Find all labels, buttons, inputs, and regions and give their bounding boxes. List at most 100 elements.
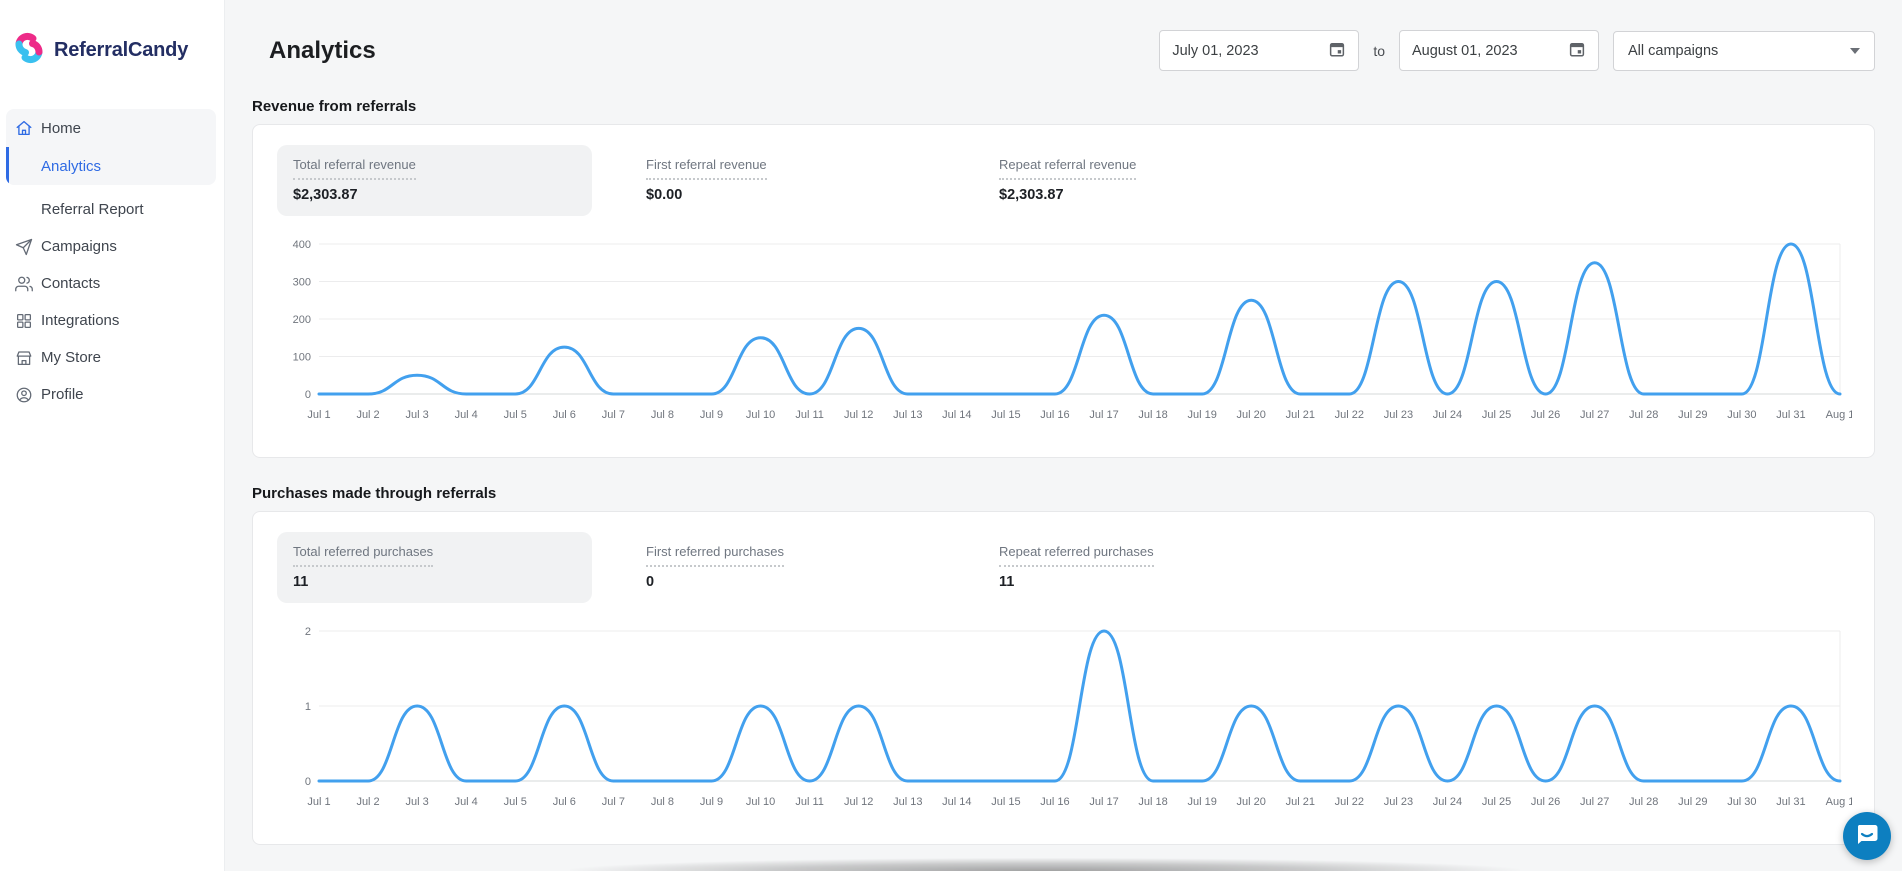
sidebar: ReferralCandy Home Analytics Referral Re… (0, 0, 225, 871)
svg-text:Jul 17: Jul 17 (1089, 796, 1118, 808)
svg-text:Jul 4: Jul 4 (455, 796, 478, 808)
svg-text:Jul 25: Jul 25 (1482, 796, 1511, 808)
svg-text:Jul 15: Jul 15 (991, 409, 1020, 421)
calendar-icon[interactable] (1568, 40, 1586, 62)
sidebar-item-profile[interactable]: Profile (0, 376, 224, 413)
svg-text:Jul 4: Jul 4 (455, 409, 478, 421)
svg-text:Jul 31: Jul 31 (1776, 796, 1805, 808)
chat-launcher-button[interactable] (1843, 812, 1891, 860)
svg-text:Jul 25: Jul 25 (1482, 409, 1511, 421)
sidebar-item-contacts[interactable]: Contacts (0, 265, 224, 302)
section-heading-purchases: Purchases made through referrals (252, 485, 1875, 502)
send-icon (15, 238, 33, 256)
svg-text:0: 0 (305, 776, 311, 788)
store-icon (15, 349, 33, 367)
main-content: Analytics July 01, 2023 to August 01, 20… (225, 0, 1902, 871)
svg-text:Jul 19: Jul 19 (1187, 409, 1216, 421)
purchases-line-chart: 012Jul 1Jul 2Jul 3Jul 4Jul 5Jul 6Jul 7Ju… (277, 613, 1850, 822)
svg-text:Aug 1: Aug 1 (1826, 796, 1852, 808)
svg-text:Jul 15: Jul 15 (991, 796, 1020, 808)
sidebar-item-my-store[interactable]: My Store (0, 339, 224, 376)
stat-value: $2,303.87 (293, 187, 576, 203)
svg-text:Jul 11: Jul 11 (795, 409, 824, 421)
purchases-card: Total referred purchases 11 First referr… (252, 511, 1875, 845)
svg-text:Jul 30: Jul 30 (1727, 409, 1756, 421)
svg-text:Jul 6: Jul 6 (553, 796, 576, 808)
section-heading-revenue: Revenue from referrals (252, 98, 1875, 115)
sidebar-item-label: Analytics (41, 158, 101, 175)
date-to-value: August 01, 2023 (1412, 43, 1518, 59)
svg-text:Jul 21: Jul 21 (1286, 796, 1315, 808)
svg-text:Jul 26: Jul 26 (1531, 796, 1560, 808)
stat-repeat-referred-purchases[interactable]: Repeat referred purchases 11 (983, 532, 1298, 603)
svg-text:Jul 1: Jul 1 (307, 796, 330, 808)
referralcandy-logo[interactable]: ReferralCandy (0, 0, 224, 71)
svg-text:Jul 6: Jul 6 (553, 409, 576, 421)
svg-text:Jul 28: Jul 28 (1629, 409, 1658, 421)
svg-text:2: 2 (305, 626, 311, 638)
campaign-filter-select[interactable]: All campaigns (1613, 31, 1875, 71)
svg-text:Jul 22: Jul 22 (1335, 796, 1364, 808)
svg-text:Jul 20: Jul 20 (1237, 796, 1266, 808)
sidebar-item-home[interactable]: Home (6, 109, 216, 147)
stat-label: Total referral revenue (293, 157, 416, 180)
revenue-stats-row: Total referral revenue $2,303.87 First r… (277, 145, 1850, 216)
svg-text:Jul 27: Jul 27 (1580, 796, 1609, 808)
svg-text:Jul 22: Jul 22 (1335, 409, 1364, 421)
calendar-icon[interactable] (1328, 40, 1346, 62)
svg-text:Jul 10: Jul 10 (746, 796, 775, 808)
svg-text:Jul 31: Jul 31 (1776, 409, 1805, 421)
stat-label: Total referred purchases (293, 544, 433, 567)
svg-text:Aug 1: Aug 1 (1826, 409, 1852, 421)
svg-text:Jul 23: Jul 23 (1384, 796, 1413, 808)
svg-text:Jul 9: Jul 9 (700, 796, 723, 808)
svg-text:300: 300 (293, 277, 311, 289)
svg-text:Jul 8: Jul 8 (651, 796, 674, 808)
svg-text:Jul 16: Jul 16 (1040, 796, 1069, 808)
sidebar-item-campaigns[interactable]: Campaigns (0, 228, 224, 265)
svg-text:Jul 18: Jul 18 (1138, 409, 1167, 421)
stat-repeat-referral-revenue[interactable]: Repeat referral revenue $2,303.87 (983, 145, 1298, 216)
page-header: Analytics July 01, 2023 to August 01, 20… (252, 0, 1875, 71)
stat-total-referral-revenue[interactable]: Total referral revenue $2,303.87 (277, 145, 592, 216)
svg-text:Jul 20: Jul 20 (1237, 409, 1266, 421)
svg-text:Jul 18: Jul 18 (1138, 796, 1167, 808)
svg-text:100: 100 (293, 352, 311, 364)
sidebar-item-analytics[interactable]: Analytics (6, 147, 216, 185)
svg-text:Jul 19: Jul 19 (1187, 796, 1216, 808)
date-to-input[interactable]: August 01, 2023 (1399, 30, 1599, 71)
svg-text:Jul 13: Jul 13 (893, 796, 922, 808)
stat-label: First referral revenue (646, 157, 767, 180)
svg-text:Jul 14: Jul 14 (942, 796, 971, 808)
sidebar-item-label: Profile (41, 386, 84, 403)
chat-bubble-icon (1854, 821, 1880, 852)
grid-icon (15, 312, 33, 330)
svg-text:Jul 23: Jul 23 (1384, 409, 1413, 421)
stat-value: 11 (293, 574, 576, 590)
page-title: Analytics (269, 37, 376, 65)
nav-group-home: Home Analytics (6, 109, 216, 185)
sidebar-item-label: Contacts (41, 275, 100, 292)
date-from-input[interactable]: July 01, 2023 (1159, 30, 1359, 71)
svg-text:Jul 16: Jul 16 (1040, 409, 1069, 421)
sidebar-item-label: Home (41, 120, 81, 137)
stat-total-referred-purchases[interactable]: Total referred purchases 11 (277, 532, 592, 603)
svg-text:Jul 5: Jul 5 (504, 409, 527, 421)
svg-text:Jul 2: Jul 2 (356, 409, 379, 421)
sidebar-item-integrations[interactable]: Integrations (0, 302, 224, 339)
svg-text:Jul 21: Jul 21 (1286, 409, 1315, 421)
brand-name: ReferralCandy (54, 39, 188, 62)
revenue-card: Total referral revenue $2,303.87 First r… (252, 124, 1875, 458)
sidebar-item-referral-report[interactable]: Referral Report (0, 191, 224, 228)
active-indicator (6, 147, 9, 185)
users-icon (15, 275, 33, 293)
svg-text:1: 1 (305, 701, 311, 713)
stat-first-referral-revenue[interactable]: First referral revenue $0.00 (630, 145, 945, 216)
svg-text:0: 0 (305, 389, 311, 401)
stat-first-referred-purchases[interactable]: First referred purchases 0 (630, 532, 945, 603)
sidebar-item-label: Campaigns (41, 238, 117, 255)
svg-text:Jul 10: Jul 10 (746, 409, 775, 421)
svg-text:Jul 5: Jul 5 (504, 796, 527, 808)
svg-text:200: 200 (293, 314, 311, 326)
svg-text:Jul 3: Jul 3 (406, 796, 429, 808)
